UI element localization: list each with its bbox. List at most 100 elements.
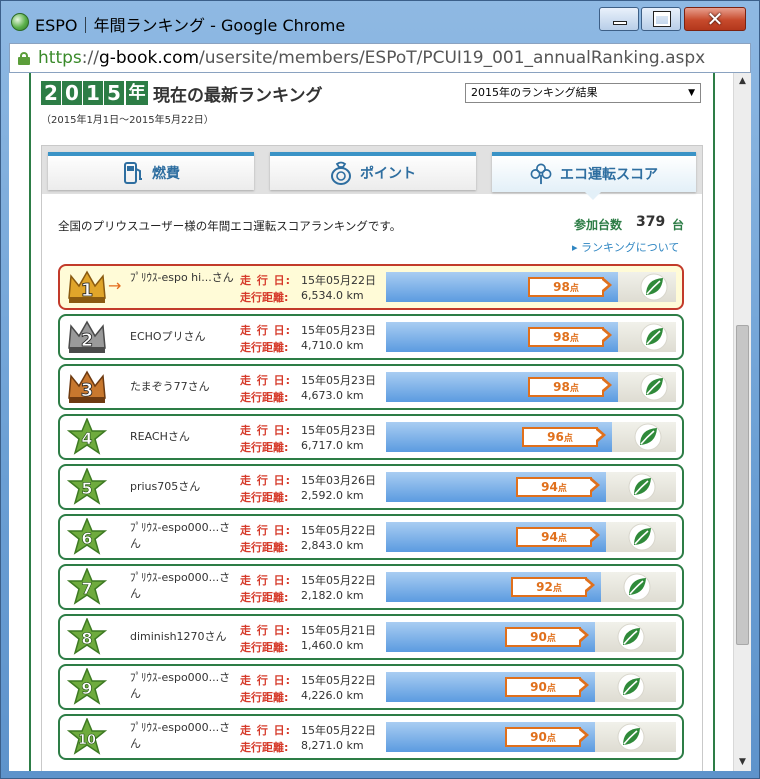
date-label: 走 行 日: [240, 374, 292, 387]
ranking-row[interactable]: 9 ﾌﾟﾘｳｽ-espo000...さん走 行 日: 走行距離: 15年05月22日 4… [58, 664, 684, 710]
score-unit: 点 [569, 384, 579, 394]
score-bar: 94点 [386, 472, 676, 502]
scroll-down-icon[interactable]: ▼ [734, 754, 751, 771]
ranking-row[interactable]: 7 ﾌﾟﾘｳｽ-espo000...さん走 行 日: 走行距離: 15年05月22日 2… [58, 564, 684, 610]
drive-distance: 8,271.0 km [301, 739, 364, 752]
year-kanji: 年 [126, 81, 148, 105]
eco-leaf-icon [640, 323, 668, 351]
title-bar[interactable]: ESPO｜年間ランキング - Google Chrome ✕ [1, 1, 759, 41]
crown-rank-icon: 3 [66, 368, 108, 406]
chrome-app-icon [11, 13, 29, 31]
user-name: REACHさん [130, 430, 190, 443]
tab-fuel[interactable]: 燃費 [48, 152, 254, 190]
eco-leaf-icon [617, 673, 645, 701]
ranking-row[interactable]: 2 ECHOプリさん 走 行 日: 走行距離: 15年05月23日 4,710.0 km 9… [58, 314, 684, 360]
maximize-button[interactable] [641, 7, 681, 31]
ranking-row[interactable]: 4 REACHさん 走 行 日: 走行距離: 15年05月23日 6,717.0 km 96… [58, 414, 684, 460]
score-unit: 点 [552, 584, 562, 594]
user-name: prius705さん [130, 480, 201, 493]
eco-leaf-icon [640, 373, 668, 401]
user-name: ﾌﾟﾘｳｽ-espo000...さん [130, 671, 231, 700]
browser-window: ESPO｜年間ランキング - Google Chrome ✕ https://g… [0, 0, 760, 779]
year-select[interactable]: 2015年のランキング結果 ▼ [465, 83, 701, 103]
distance-label: 走行距離: [240, 591, 289, 604]
rank-number: 3 [81, 380, 94, 401]
eco-leaf-icon [628, 523, 656, 551]
scroll-up-icon[interactable]: ▲ [734, 73, 751, 90]
score-pointer-inner [602, 380, 608, 390]
score-value-box: 94点 [516, 527, 592, 547]
ranking-row[interactable]: 5 prius705さん 走 行 日: 走行距離: 15年03月26日 2,592.0 k… [58, 464, 684, 510]
rank-number: 6 [81, 529, 92, 548]
close-button[interactable]: ✕ [684, 7, 746, 31]
rank-number: 10 [78, 733, 96, 748]
drive-distance: 2,182.0 km [301, 589, 364, 602]
drive-date: 15年05月21日 [301, 624, 376, 637]
score-unit: 点 [569, 284, 579, 294]
score-value-box: 90点 [505, 727, 581, 747]
user-name: ﾌﾟﾘｳｽ-espo000...さん [130, 521, 231, 550]
eco-leaf-icon [640, 273, 668, 301]
url-text[interactable]: https://g-book.com/usersite/members/ESPo… [38, 48, 705, 68]
tab-label: 燃費 [152, 166, 180, 182]
star-rank-icon: 9 [66, 667, 108, 706]
score-pointer-inner [590, 530, 596, 540]
crown-rank-icon: 1 [66, 268, 108, 306]
user-name: diminish1270さん [130, 630, 227, 643]
user-name: たまぞう77さん [130, 380, 210, 393]
user-name: ﾌﾟﾘｳｽ-espo hi...さん [130, 271, 234, 284]
score-bar: 90点 [386, 672, 676, 702]
score-pointer-inner [579, 630, 585, 640]
rank-number: 9 [81, 679, 92, 698]
date-label: 走 行 日: [240, 574, 292, 587]
tab-eco-score[interactable]: エコ運転スコア [492, 152, 696, 192]
score-pointer-inner [579, 680, 585, 690]
about-ranking-link[interactable]: ▸ ランキングについて [572, 239, 679, 255]
drive-date: 15年05月22日 [301, 524, 376, 537]
star-rank-icon: 4 [66, 417, 108, 456]
score-unit: 点 [546, 734, 556, 744]
fuel-pump-icon [124, 162, 142, 184]
eco-leaf-icon [628, 473, 656, 501]
score-value: 90 [530, 630, 547, 644]
url-path: /usersite/members/ESPoT/PCUI19_001_annua… [199, 48, 706, 68]
ranking-row[interactable]: 8 diminish1270さん走 行 日: 走行距離: 15年05月21日 1,460… [58, 614, 684, 660]
participant-count-unit: 台 [672, 218, 685, 232]
star-rank-icon: 6 [66, 517, 108, 556]
participant-count-value: 379 [636, 214, 666, 230]
ranking-row[interactable]: 6 ﾌﾟﾘｳｽ-espo000...さん走 行 日: 走行距離: 15年05月22日 2… [58, 514, 684, 560]
maximize-icon [653, 11, 671, 27]
minimize-button[interactable] [599, 7, 639, 31]
lock-icon [18, 52, 30, 65]
address-bar[interactable]: https://g-book.com/usersite/members/ESPo… [9, 43, 751, 73]
scroll-thumb[interactable] [736, 325, 749, 645]
user-name: ﾌﾟﾘｳｽ-espo000...さん [130, 571, 231, 600]
eco-leaf-icon [617, 623, 645, 651]
tab-strip: 燃費 ポイント エコ運転スコア [42, 146, 702, 200]
year-digit: 5 [104, 81, 124, 105]
score-unit: 点 [557, 534, 567, 544]
drive-distance: 2,592.0 km [301, 489, 364, 502]
ranking-row[interactable]: 1 → ﾌﾟﾘｳｽ-espo hi...さん走 行 日: 走行距離: 15年05月22日… [58, 264, 684, 310]
drive-date: 15年05月22日 [301, 274, 376, 287]
my-rank-arrow-icon: → [108, 276, 122, 295]
vertical-scrollbar[interactable]: ▲ ▼ [733, 73, 751, 771]
ranking-row[interactable]: 3 たまぞう77さん 走 行 日: 走行距離: 15年05月23日 4,673.0 km 9… [58, 364, 684, 410]
drive-date: 15年05月22日 [301, 724, 376, 737]
score-bar: 98点 [386, 322, 676, 352]
ranking-period: （2015年1月1日～2015年5月22日） [41, 115, 214, 126]
tab-point[interactable]: ポイント [270, 152, 476, 190]
eco-leaf-icon [623, 573, 651, 601]
close-icon: ✕ [706, 7, 724, 31]
distance-label: 走行距離: [240, 541, 289, 554]
score-bar: 98点 [386, 372, 676, 402]
rank-number: 4 [81, 429, 92, 448]
url-host: g-book.com [98, 48, 200, 68]
score-pointer-inner [585, 580, 591, 590]
eco-flower-icon [530, 163, 552, 185]
dropdown-arrow-icon: ▼ [688, 88, 695, 98]
year-digit: 2 [41, 81, 61, 105]
score-bar: 96点 [386, 422, 676, 452]
ranking-row[interactable]: 10 ﾌﾟﾘｳｽ-espo000...さん走 行 日: 走行距離: 15年05月22日… [58, 714, 684, 760]
year-select-value: 2015年のランキング結果 [471, 86, 598, 99]
